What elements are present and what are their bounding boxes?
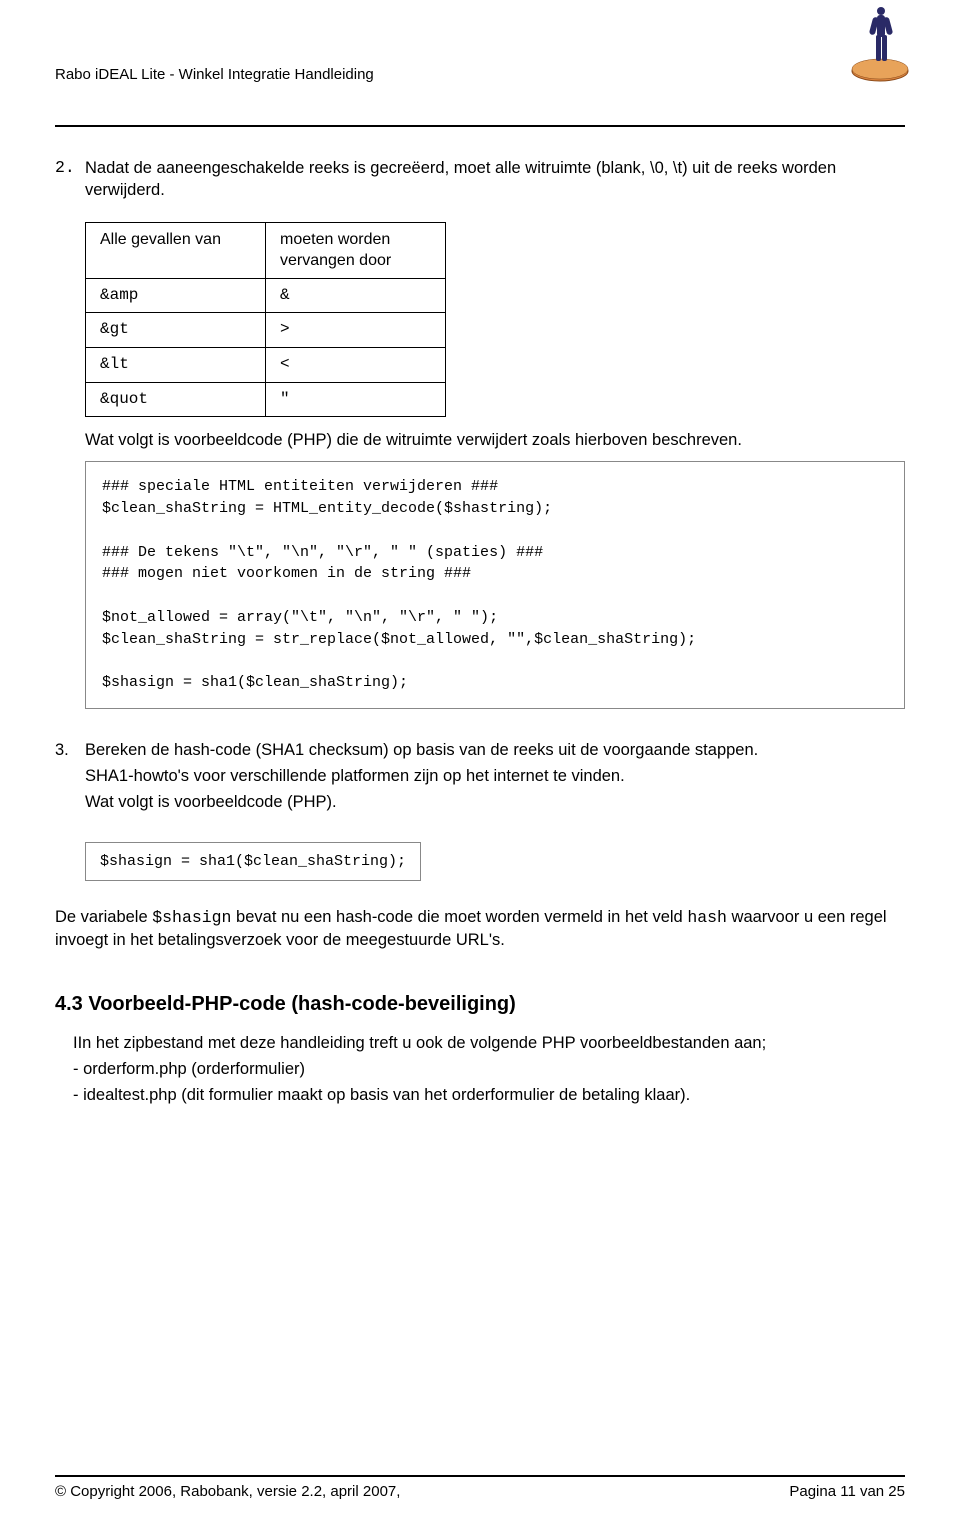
- table-header-2: moeten worden vervangen door: [266, 222, 446, 278]
- entity-table: Alle gevallen van moeten worden vervange…: [85, 222, 446, 418]
- step-2: 2. Nadat de aaneengeschakelde reeks is g…: [55, 157, 905, 206]
- section-line2: - orderform.php (orderformulier): [73, 1058, 905, 1082]
- section-line3: - idealtest.php (dit formulier maakt op …: [73, 1084, 905, 1108]
- header-rule: [55, 125, 905, 127]
- footer-rule: [55, 1475, 905, 1477]
- para-text: De variabele: [55, 908, 152, 926]
- entity-cell: ": [266, 382, 446, 417]
- table-row: &quot ": [86, 382, 446, 417]
- page-footer: © Copyright 2006, Rabobank, versie 2.2, …: [55, 1475, 905, 1500]
- shasign-paragraph: De variabele $shasign bevat nu een hash-…: [55, 906, 905, 952]
- content: 2. Nadat de aaneengeschakelde reeks is g…: [55, 157, 905, 1108]
- inline-code: hash: [687, 908, 727, 927]
- page-header: Rabo iDEAL Lite - Winkel Integratie Hand…: [55, 55, 905, 85]
- after-table-text: Wat volgt is voorbeeldcode (PHP) die de …: [85, 429, 905, 451]
- section-line1: IIn het zipbestand met deze handleiding …: [73, 1032, 905, 1056]
- section-body: IIn het zipbestand met deze handleiding …: [55, 1032, 905, 1108]
- footer-right: Pagina 11 van 25: [789, 1483, 905, 1500]
- entity-cell: &amp: [86, 278, 266, 313]
- footer-left: © Copyright 2006, Rabobank, versie 2.2, …: [55, 1483, 400, 1500]
- code-block-1: ### speciale HTML entiteiten verwijderen…: [85, 461, 905, 709]
- entity-cell: &gt: [86, 313, 266, 348]
- step-3: 3. Bereken de hash-code (SHA1 checksum) …: [55, 739, 905, 818]
- table-row: &amp &: [86, 278, 446, 313]
- table-row: Alle gevallen van moeten worden vervange…: [86, 222, 446, 278]
- entity-cell: &quot: [86, 382, 266, 417]
- table-row: &lt <: [86, 347, 446, 382]
- step-3-line2: SHA1-howto's voor verschillende platform…: [85, 765, 905, 787]
- footer-row: © Copyright 2006, Rabobank, versie 2.2, …: [55, 1483, 905, 1500]
- header-logo-icon: [845, 5, 915, 85]
- step-3-body: Bereken de hash-code (SHA1 checksum) op …: [85, 739, 905, 818]
- entity-cell: &lt: [86, 347, 266, 382]
- header-title: Rabo iDEAL Lite - Winkel Integratie Hand…: [55, 66, 374, 83]
- page: Rabo iDEAL Lite - Winkel Integratie Hand…: [0, 0, 960, 1530]
- entity-cell: &: [266, 278, 446, 313]
- table-header-1: Alle gevallen van: [86, 222, 266, 278]
- table-row: &gt >: [86, 313, 446, 348]
- step-2-body: Nadat de aaneengeschakelde reeks is gecr…: [85, 157, 905, 206]
- section-heading: 4.3 Voorbeeld-PHP-code (hash-code-beveil…: [55, 991, 905, 1018]
- step-3-line3: Wat volgt is voorbeeldcode (PHP).: [85, 791, 905, 813]
- entity-cell: >: [266, 313, 446, 348]
- code-block-2: $shasign = sha1($clean_shaString);: [85, 842, 421, 882]
- step-3-line1: Bereken de hash-code (SHA1 checksum) op …: [85, 739, 905, 761]
- inline-code: $shasign: [152, 908, 231, 927]
- step-3-number: 3.: [55, 739, 85, 818]
- step-2-text: Nadat de aaneengeschakelde reeks is gecr…: [85, 157, 905, 202]
- para-text: bevat nu een hash-code die moet worden v…: [231, 908, 687, 926]
- entity-cell: <: [266, 347, 446, 382]
- step-2-number: 2.: [55, 157, 85, 206]
